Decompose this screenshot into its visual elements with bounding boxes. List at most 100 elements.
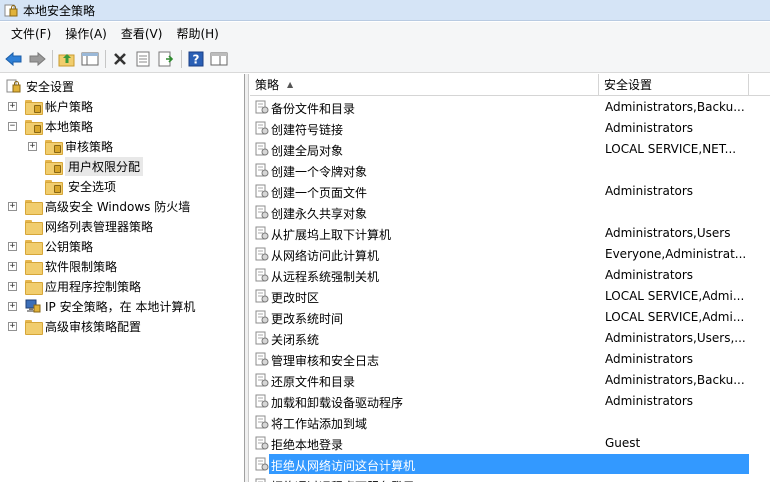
security-setting-value: Administrators (605, 268, 694, 282)
table-row[interactable]: 创建符号链接 Administrators (250, 118, 750, 139)
table-row[interactable]: 更改系统时间 LOCAL SERVICE,Admi... (250, 307, 750, 328)
table-row[interactable]: 拒绝通过远程桌面服务登录 (250, 475, 750, 482)
table-row[interactable]: 将工作站添加到域 (250, 412, 750, 433)
console-tree[interactable]: 安全设置 + 帐户策略 − 本地策略 + 审核策略 用户权限分配 安全选项 + … (0, 74, 245, 482)
tree-item-advanced-audit[interactable]: + 高级审核策略配置 (8, 316, 141, 336)
table-row[interactable]: 管理审核和安全日志 Administrators (250, 349, 750, 370)
menu-view[interactable]: 查看(V) (114, 23, 170, 45)
collapse-icon[interactable]: − (8, 122, 17, 131)
table-row[interactable]: 创建一个页面文件 Administrators (250, 181, 750, 202)
tree-item-ip-security[interactable]: + IP 安全策略，在 本地计算机 (8, 296, 195, 316)
toolbar: ? (0, 46, 770, 73)
column-header-security-setting[interactable]: 安全设置 (599, 74, 748, 96)
tree-item-account-policies[interactable]: + 帐户策略 (8, 96, 93, 116)
tree-item-network-list-manager[interactable]: 网络列表管理器策略 (25, 216, 153, 236)
show-hide-tree-icon (81, 52, 99, 66)
expand-icon[interactable]: + (8, 322, 17, 331)
policy-icon (255, 352, 269, 366)
table-row[interactable]: 拒绝本地登录 Guest (250, 433, 750, 454)
export-list-icon (158, 51, 174, 67)
menu-help[interactable]: 帮助(H) (169, 23, 225, 45)
menu-bar: 文件(F) 操作(A) 查看(V) 帮助(H) (0, 22, 770, 46)
up-folder-icon (58, 54, 75, 67)
menu-action[interactable]: 操作(A) (58, 23, 114, 45)
policy-name: 更改时区 (271, 291, 320, 305)
table-row[interactable]: 创建一个令牌对象 (250, 160, 750, 181)
tree-label: 用户权限分配 (65, 156, 144, 176)
security-setting-value: LOCAL SERVICE,Admi... (605, 310, 745, 324)
folder-icon (25, 279, 43, 295)
tree-item-local-policies[interactable]: − 本地策略 (8, 116, 93, 136)
show-hide-tree-button[interactable] (79, 48, 101, 70)
tree-item-application-control[interactable]: + 应用程序控制策略 (8, 276, 141, 296)
tree-item-audit-policy[interactable]: + 审核策略 (28, 136, 113, 156)
delete-button[interactable] (109, 48, 131, 70)
security-setting-value: Administrators,Users,... (605, 331, 745, 345)
table-row[interactable]: 关闭系统 Administrators,Users,... (250, 328, 750, 349)
tree-item-windows-firewall[interactable]: + 高级安全 Windows 防火墙 (8, 196, 190, 216)
tree-label: 本地策略 (45, 119, 94, 134)
table-row[interactable]: 创建全局对象 LOCAL SERVICE,NET... (250, 139, 750, 160)
column-header-empty (749, 74, 770, 96)
policy-name: 还原文件和目录 (271, 375, 356, 389)
expand-icon[interactable]: + (28, 142, 37, 151)
pane-splitter[interactable] (245, 74, 249, 482)
policy-icon (255, 226, 269, 240)
column-header-label: 策略 (255, 78, 280, 92)
expand-icon[interactable]: + (8, 242, 17, 251)
policy-name: 从扩展坞上取下计算机 (271, 228, 392, 242)
console-tree-button[interactable] (208, 48, 230, 70)
tree-item-public-key-policies[interactable]: + 公钥策略 (8, 236, 93, 256)
table-row[interactable]: 还原文件和目录 Administrators,Backu... (250, 370, 750, 391)
table-row[interactable]: 从远程系统强制关机 Administrators (250, 265, 750, 286)
tree-item-user-rights-assignment[interactable]: 用户权限分配 (45, 156, 144, 176)
folder-icon (25, 239, 43, 255)
policy-name: 拒绝通过远程桌面服务登录 (271, 478, 415, 482)
table-row[interactable]: 从扩展坞上取下计算机 Administrators,Users (250, 223, 750, 244)
expand-icon[interactable]: + (8, 302, 17, 311)
help-button[interactable]: ? (185, 48, 207, 70)
security-setting-value: Administrators (605, 121, 694, 135)
expand-icon[interactable]: + (8, 202, 17, 211)
ip-security-icon (25, 299, 41, 313)
security-setting-value: LOCAL SERVICE,Admi... (605, 289, 745, 303)
folder-lock-icon (45, 139, 63, 155)
expand-icon[interactable]: + (8, 282, 17, 291)
tree-item-security-options[interactable]: 安全选项 (45, 176, 116, 196)
table-row[interactable]: 备份文件和目录 Administrators,Backu... (250, 97, 750, 118)
back-button[interactable] (3, 48, 25, 70)
policy-icon (255, 373, 269, 387)
tree-root-security-settings[interactable]: 安全设置 (6, 76, 74, 96)
table-row[interactable]: 拒绝从网络访问这台计算机 (250, 454, 750, 475)
tree-label: IP 安全策略，在 本地计算机 (45, 299, 196, 314)
policy-icon (255, 310, 269, 324)
folder-icon (25, 319, 43, 335)
table-row[interactable]: 从网络访问此计算机 Everyone,Administrat... (250, 244, 750, 265)
table-row[interactable]: 加载和卸载设备驱动程序 Administrators (250, 391, 750, 412)
policy-icon (255, 184, 269, 198)
menu-file[interactable]: 文件(F) (4, 23, 58, 45)
policy-icon (255, 121, 269, 135)
column-header-policy[interactable]: 策略 ▲ (250, 74, 598, 96)
policy-list[interactable]: 策略 ▲ 安全设置 备份文件和目录 Administrators,Backu...… (250, 74, 770, 482)
svg-text:?: ? (193, 53, 200, 67)
tree-label: 公钥策略 (45, 239, 94, 254)
table-row[interactable]: 更改时区 LOCAL SERVICE,Admi... (250, 286, 750, 307)
policy-name: 将工作站添加到域 (271, 417, 368, 431)
tree-item-software-restriction[interactable]: + 软件限制策略 (8, 256, 117, 276)
up-one-level-button[interactable] (56, 48, 78, 70)
export-list-button[interactable] (155, 48, 177, 70)
title-bar: 本地安全策略 (0, 0, 770, 21)
policy-name: 管理审核和安全日志 (271, 354, 380, 368)
security-setting-value: LOCAL SERVICE,NET... (605, 142, 737, 156)
properties-button[interactable] (132, 48, 154, 70)
forward-button[interactable] (26, 48, 48, 70)
table-row[interactable]: 创建永久共享对象 (250, 202, 750, 223)
folder-lock-icon (45, 159, 63, 175)
expand-icon[interactable]: + (8, 262, 17, 271)
policy-name: 创建一个令牌对象 (271, 165, 368, 179)
policy-name: 加载和卸载设备驱动程序 (271, 396, 404, 410)
policy-name: 创建符号链接 (271, 123, 344, 137)
expand-icon[interactable]: + (8, 102, 17, 111)
policy-icon (255, 247, 269, 261)
